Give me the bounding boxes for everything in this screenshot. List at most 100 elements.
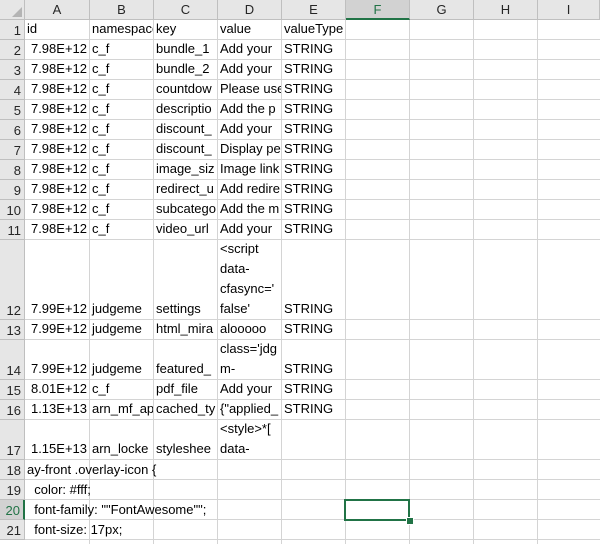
cell-b7[interactable]: c_f — [90, 140, 153, 159]
cell-d5[interactable]: Add the p — [218, 100, 281, 119]
cell-b6[interactable]: c_f — [90, 120, 153, 139]
cell-e4[interactable]: STRING — [282, 80, 345, 99]
cell-b14[interactable]: judgeme — [90, 340, 153, 379]
row-header-20[interactable]: 20 — [0, 500, 25, 520]
row-header-18[interactable]: 18 — [0, 460, 25, 480]
cell-a19[interactable]: color: #fff; — [25, 480, 91, 500]
cell-e12[interactable]: STRING — [282, 240, 345, 319]
cell-e5[interactable]: STRING — [282, 100, 345, 119]
cell-d17[interactable]: <style>*[data- — [218, 420, 281, 459]
row-header-13[interactable]: 13 — [0, 320, 25, 340]
cell-d15[interactable]: Add your — [218, 380, 281, 399]
cell-b17[interactable]: arn_locke — [90, 420, 153, 459]
cell-b12[interactable]: judgeme — [90, 240, 153, 319]
cell-d6[interactable]: Add your — [218, 120, 281, 139]
cell-a6[interactable]: 7.98E+12 — [25, 120, 89, 139]
cell-a21[interactable]: font-size: 17px; — [25, 520, 122, 540]
cell-a11[interactable]: 7.98E+12 — [25, 220, 89, 239]
fill-handle[interactable] — [406, 517, 414, 525]
cell-d8[interactable]: Image link — [218, 160, 281, 179]
cell-e13[interactable]: STRING — [282, 320, 345, 339]
cell-b3[interactable]: c_f — [90, 60, 153, 79]
column-header-i[interactable]: I — [538, 0, 600, 20]
cell-d4[interactable]: Please use — [218, 80, 281, 99]
column-header-f[interactable]: F — [346, 0, 410, 20]
cell-c17[interactable]: styleshee — [154, 420, 217, 459]
row-header-12[interactable]: 12 — [0, 240, 25, 320]
row-header-2[interactable]: 2 — [0, 40, 25, 60]
cell-e3[interactable]: STRING — [282, 60, 345, 79]
row-header-3[interactable]: 3 — [0, 60, 25, 80]
cell-c7[interactable]: discount_ — [154, 140, 217, 159]
cell-a10[interactable]: 7.98E+12 — [25, 200, 89, 219]
cell-e7[interactable]: STRING — [282, 140, 345, 159]
cell-a12[interactable]: 7.99E+12 — [25, 240, 89, 319]
cell-b16[interactable]: arn_mf_ap — [90, 400, 153, 419]
cell-c11[interactable]: video_url — [154, 220, 217, 239]
row-header-7[interactable]: 7 — [0, 140, 25, 160]
cell-d10[interactable]: Add the m — [218, 200, 281, 219]
cell-b8[interactable]: c_f — [90, 160, 153, 179]
cell-d3[interactable]: Add your — [218, 60, 281, 79]
cell-a1[interactable]: id — [25, 20, 89, 39]
cell-a4[interactable]: 7.98E+12 — [25, 80, 89, 99]
cell-a14[interactable]: 7.99E+12 — [25, 340, 89, 379]
cell-a8[interactable]: 7.98E+12 — [25, 160, 89, 179]
cell-a9[interactable]: 7.98E+12 — [25, 180, 89, 199]
row-header-6[interactable]: 6 — [0, 120, 25, 140]
cell-c15[interactable]: pdf_file — [154, 380, 217, 399]
column-header-d[interactable]: D — [218, 0, 282, 20]
row-header-21[interactable]: 21 — [0, 520, 25, 540]
cell-d7[interactable]: Display pe — [218, 140, 281, 159]
cell-d2[interactable]: Add your — [218, 40, 281, 59]
spreadsheet-grid[interactable]: A B C D E F G H I 1 2 3 4 5 6 7 8 9 10 11 12 13 14 15 16 17 18 19 20… — [0, 0, 600, 544]
cell-e16[interactable]: STRING — [282, 400, 345, 419]
cell-a5[interactable]: 7.98E+12 — [25, 100, 89, 119]
cell-e15[interactable]: STRING — [282, 380, 345, 399]
row-header-10[interactable]: 10 — [0, 200, 25, 220]
cell-c10[interactable]: subcatego — [154, 200, 217, 219]
cell-a13[interactable]: 7.99E+12 — [25, 320, 89, 339]
cell-e8[interactable]: STRING — [282, 160, 345, 179]
cell-a3[interactable]: 7.98E+12 — [25, 60, 89, 79]
cell-d12[interactable]: <script data-cfasync=' false' — [218, 240, 281, 319]
cell-a16[interactable]: 1.13E+13 — [25, 400, 89, 419]
cell-c2[interactable]: bundle_1 — [154, 40, 217, 59]
cell-b9[interactable]: c_f — [90, 180, 153, 199]
cell-b2[interactable]: c_f — [90, 40, 153, 59]
cell-e9[interactable]: STRING — [282, 180, 345, 199]
cell-c4[interactable]: countdow — [154, 80, 217, 99]
cell-a2[interactable]: 7.98E+12 — [25, 40, 89, 59]
row-header-11[interactable]: 11 — [0, 220, 25, 240]
column-header-b[interactable]: B — [90, 0, 154, 20]
cell-b4[interactable]: c_f — [90, 80, 153, 99]
row-header-1[interactable]: 1 — [0, 20, 25, 40]
cell-e10[interactable]: STRING — [282, 200, 345, 219]
cell-c14[interactable]: featured_ — [154, 340, 217, 379]
row-header-16[interactable]: 16 — [0, 400, 25, 420]
cell-c5[interactable]: descriptio — [154, 100, 217, 119]
cell-b11[interactable]: c_f — [90, 220, 153, 239]
column-header-h[interactable]: H — [474, 0, 538, 20]
cell-c16[interactable]: cached_ty — [154, 400, 217, 419]
cell-d11[interactable]: Add your — [218, 220, 281, 239]
cell-b10[interactable]: c_f — [90, 200, 153, 219]
row-header-17[interactable]: 17 — [0, 420, 25, 460]
column-header-g[interactable]: G — [410, 0, 474, 20]
row-header-15[interactable]: 15 — [0, 380, 25, 400]
cell-d1[interactable]: value — [218, 20, 281, 39]
cell-e14[interactable]: STRING — [282, 340, 345, 379]
cell-b13[interactable]: judgeme — [90, 320, 153, 339]
cell-b1[interactable]: namespace — [90, 20, 153, 39]
cell-a15[interactable]: 8.01E+12 — [25, 380, 89, 399]
select-all-corner[interactable] — [0, 0, 25, 20]
cell-c3[interactable]: bundle_2 — [154, 60, 217, 79]
cell-d13[interactable]: alooooo — [218, 320, 281, 339]
cell-a18[interactable]: ay-front .overlay-icon { — [25, 460, 156, 480]
row-header-14[interactable]: 14 — [0, 340, 25, 380]
cell-e2[interactable]: STRING — [282, 40, 345, 59]
row-header-5[interactable]: 5 — [0, 100, 25, 120]
cell-d9[interactable]: Add redire — [218, 180, 281, 199]
row-header-9[interactable]: 9 — [0, 180, 25, 200]
cell-d14[interactable]: <sectionclass='jdgm- — [218, 340, 281, 379]
